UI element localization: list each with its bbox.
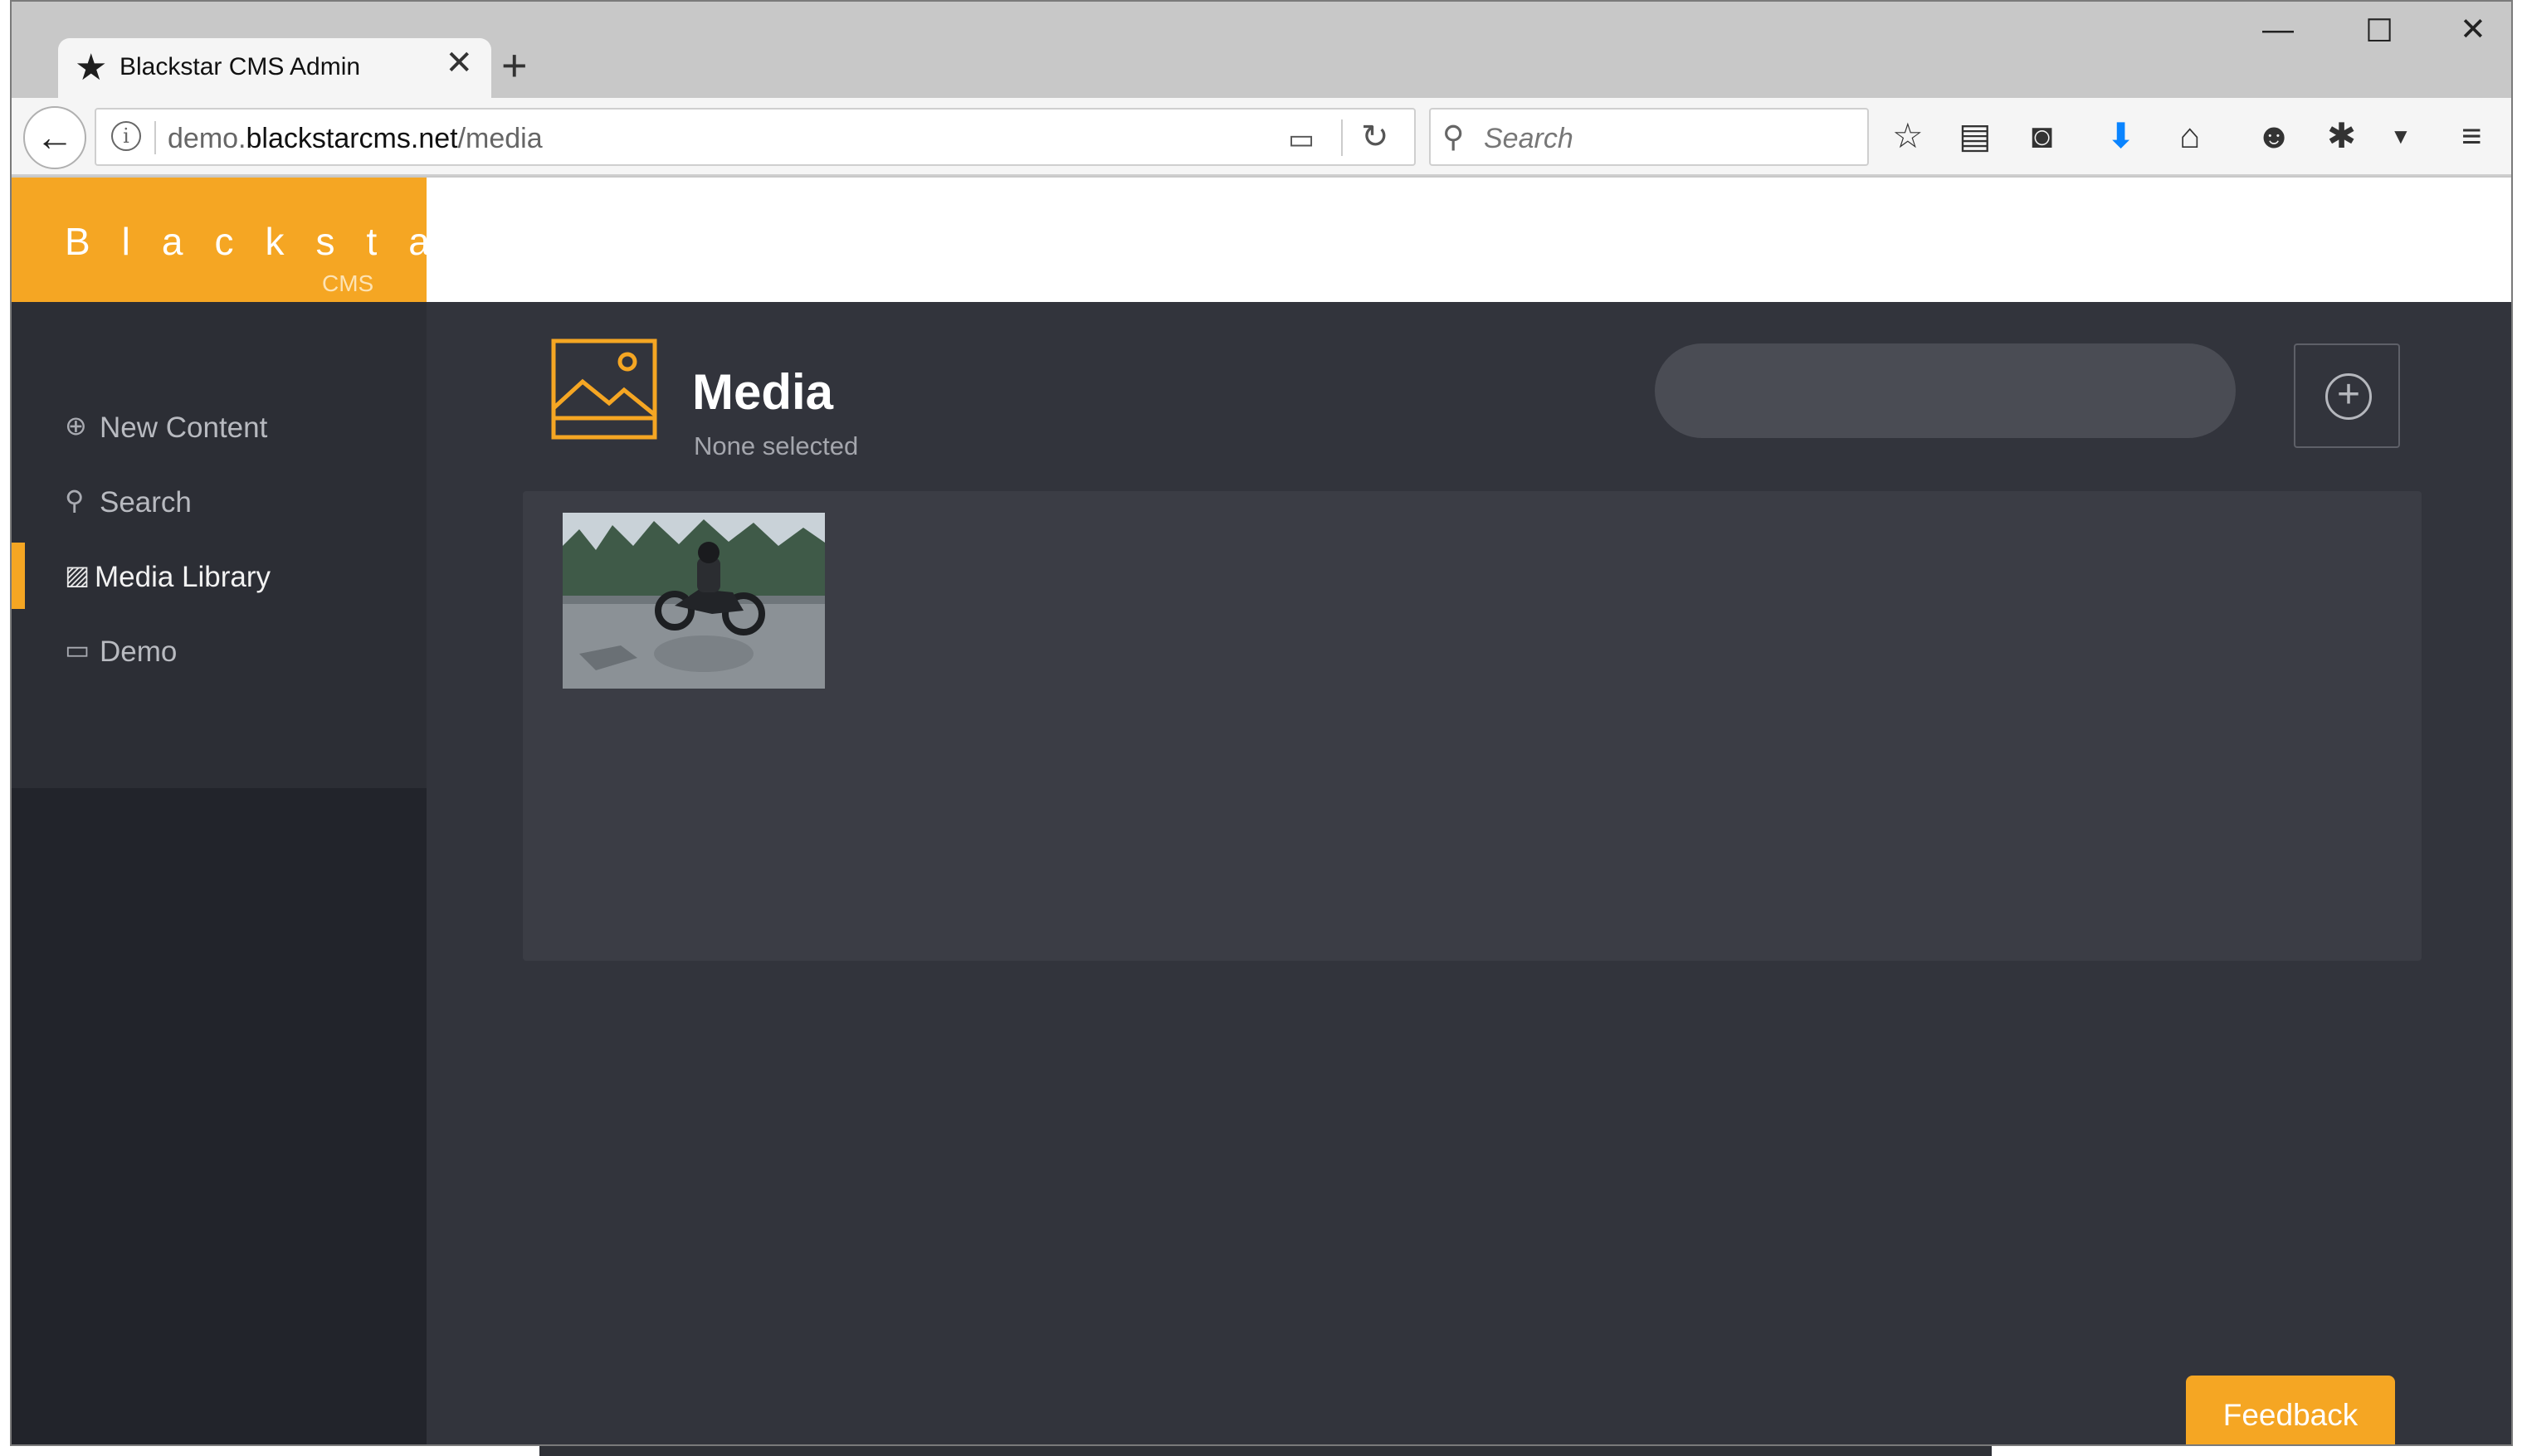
image-icon: ▨	[65, 560, 90, 590]
download-icon[interactable]: ⬇	[2106, 116, 2135, 156]
logo-brand: Blackstar	[65, 220, 506, 263]
sidebar-item-label: Media Library	[95, 561, 271, 593]
new-tab-button[interactable]: +	[501, 43, 528, 88]
sidebar-item-new-content[interactable]: ⊕ New Content	[12, 393, 427, 460]
divider	[154, 121, 156, 154]
menu-icon[interactable]: ≡	[2461, 116, 2482, 156]
sidebar-menu: ⊕ New Content ⚲ Search ▨ Media Library ▭…	[12, 302, 427, 788]
sidebar-item-label: Demo	[100, 635, 178, 668]
tab-title: Blackstar CMS Admin	[120, 53, 361, 80]
reader-view-icon[interactable]: ▭	[1288, 123, 1315, 156]
main-content: Media None selected + Feedback	[427, 302, 2511, 1444]
tab-strip: ★ Blackstar CMS Admin ✕ + — ☐ ✕	[12, 2, 2511, 100]
chat-icon[interactable]: ☻	[2256, 116, 2292, 156]
search-bar[interactable]: ⚲ Search	[1429, 108, 1869, 166]
browser-tab[interactable]: ★ Blackstar CMS Admin ✕	[58, 38, 491, 100]
back-button[interactable]: ←	[23, 106, 86, 169]
close-tab-icon[interactable]: ✕	[445, 46, 473, 80]
sidebar-item-demo[interactable]: ▭ Demo	[12, 617, 427, 684]
maximize-icon[interactable]: ☐	[2365, 15, 2393, 48]
minimize-icon[interactable]: —	[2262, 13, 2294, 46]
monitor-icon: ▭	[65, 635, 90, 665]
extension-icon[interactable]: ✱	[2327, 116, 2356, 156]
url-text[interactable]: demo.blackstarcms.net/media	[168, 123, 543, 155]
sidebar: ⊕ New Content ⚲ Search ▨ Media Library ▭…	[12, 302, 427, 1444]
motorcycle-rider-image	[563, 513, 825, 689]
media-gallery	[523, 491, 2422, 961]
home-icon[interactable]: ⌂	[2179, 116, 2200, 156]
search-icon: ⚲	[1442, 119, 1465, 153]
navigation-toolbar: ← i demo.blackstarcms.net/media ▭ ↻ ⚲ Se…	[12, 98, 2511, 176]
app-header: Blackstar CMS	[12, 178, 2511, 302]
url-bar[interactable]: i demo.blackstarcms.net/media ▭ ↻	[95, 108, 1416, 166]
media-image-icon	[551, 338, 657, 440]
star-icon: ★	[75, 47, 108, 88]
cms-app: Blackstar CMS ⊕ New Content ⚲ Search ▨ M…	[12, 178, 2511, 1444]
logo[interactable]: Blackstar CMS	[12, 178, 474, 302]
media-search-input[interactable]	[1655, 343, 2236, 438]
search-icon: ⚲	[65, 485, 85, 515]
reading-list-icon[interactable]: ▤	[1959, 116, 1992, 156]
sidebar-item-media-library[interactable]: ▨ Media Library	[12, 543, 427, 609]
plus-circle-icon: ⊕	[65, 411, 87, 441]
background-window-sliver	[539, 1446, 1992, 1456]
divider	[1341, 119, 1343, 156]
pocket-icon[interactable]: ◙	[2032, 116, 2052, 156]
close-window-icon[interactable]: ✕	[2460, 13, 2486, 46]
reload-icon[interactable]: ↻	[1361, 118, 1389, 156]
browser-window: ★ Blackstar CMS Admin ✕ + — ☐ ✕ ← i demo…	[10, 0, 2513, 1446]
sidebar-item-label: New Content	[100, 411, 268, 444]
feedback-button[interactable]: Feedback	[2186, 1376, 2395, 1444]
sidebar-item-search[interactable]: ⚲ Search	[12, 468, 427, 534]
page-subtitle: None selected	[694, 431, 859, 460]
add-media-button[interactable]: +	[2294, 343, 2400, 448]
sidebar-item-label: Search	[100, 486, 192, 519]
logo-sub: CMS	[322, 270, 374, 296]
page-title: Media	[692, 364, 834, 420]
media-thumbnail[interactable]	[563, 513, 825, 689]
search-placeholder: Search	[1484, 123, 1573, 154]
info-icon[interactable]: i	[111, 121, 141, 151]
chevron-down-icon[interactable]: ▼	[2390, 116, 2412, 156]
plus-icon: +	[2325, 373, 2372, 420]
bookmark-star-icon[interactable]: ☆	[1892, 116, 1924, 156]
